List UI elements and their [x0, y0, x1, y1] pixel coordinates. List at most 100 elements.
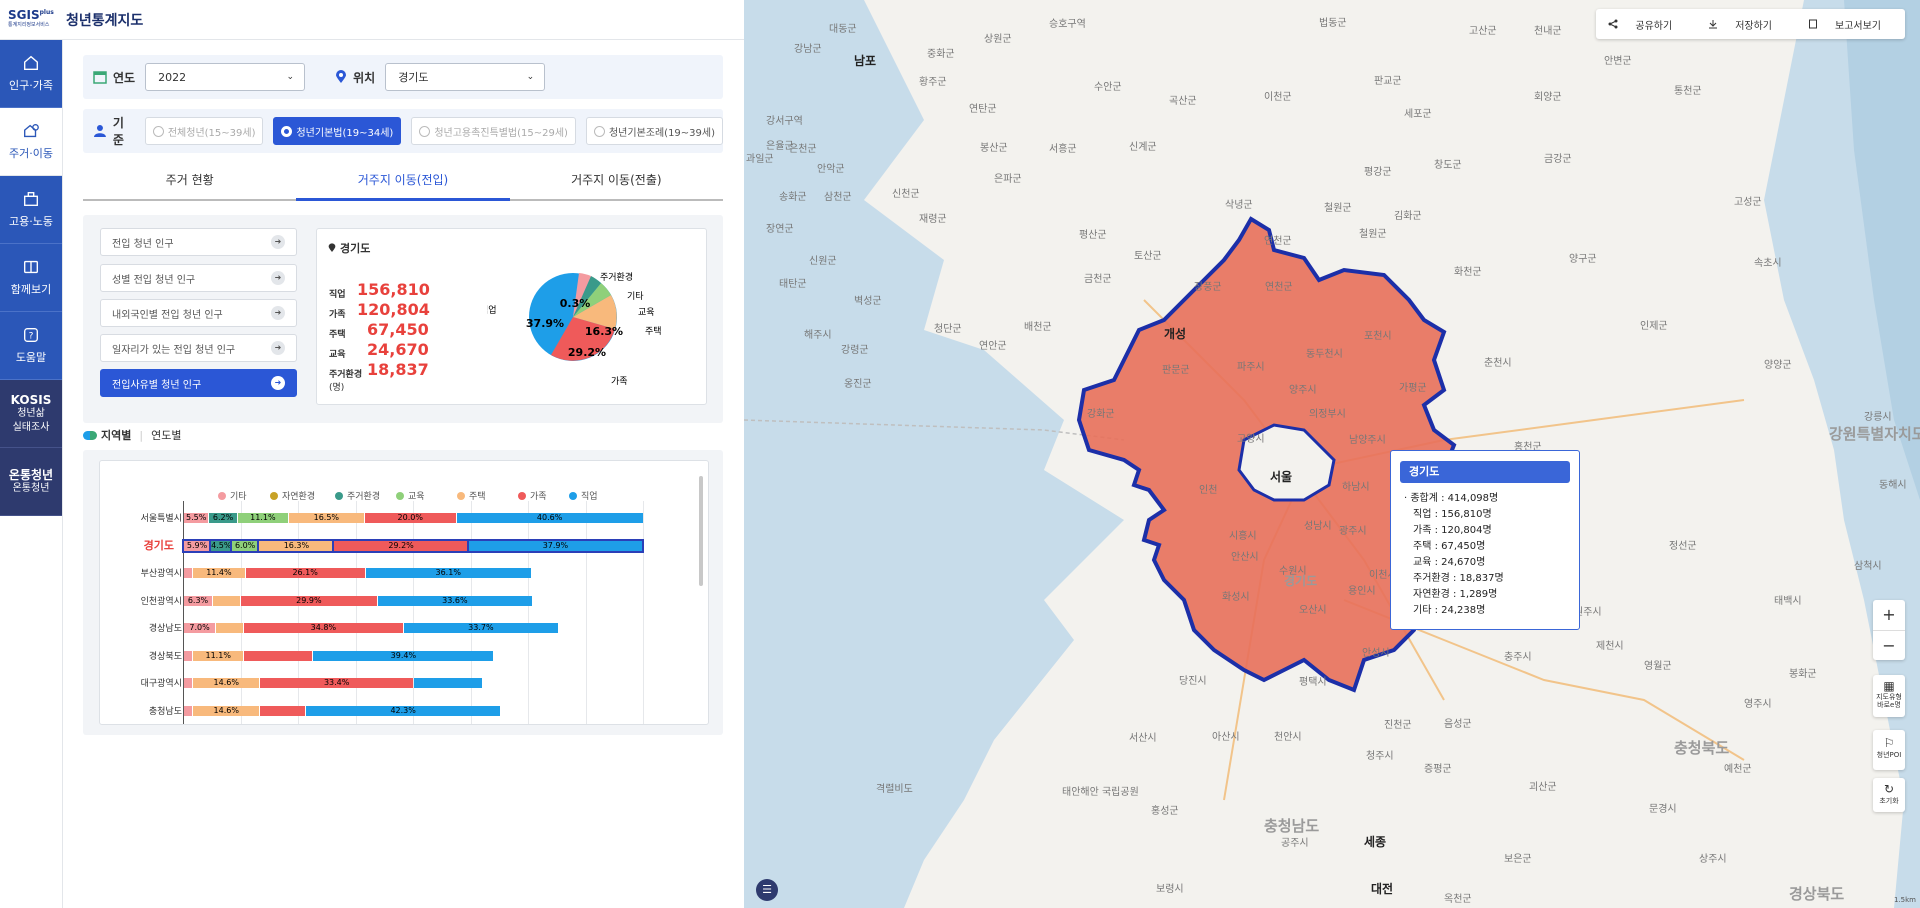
- bar-segment[interactable]: [260, 705, 306, 716]
- bar-segment[interactable]: [184, 705, 193, 716]
- move-in-reason-button[interactable]: 전입사유별 청년 인구 ➜: [100, 369, 297, 397]
- bar-segment[interactable]: 33.4%: [260, 678, 413, 688]
- map-view[interactable]: 남포 개성 서울 경기도 강원특별자치도 충청북도 충청남도 세종 대전 경상북도 춘천시 인천 수원시…: [744, 0, 1920, 908]
- bar-segment[interactable]: [244, 650, 313, 661]
- map-place-label: 삭녕군: [1225, 200, 1253, 211]
- legend-item[interactable]: 직업: [569, 489, 598, 502]
- zoom-out-button[interactable]: −: [1873, 631, 1905, 661]
- sidebar-item-together[interactable]: 함께보기: [0, 244, 62, 312]
- bar-segment[interactable]: [184, 568, 193, 578]
- sidebar-item-label: 도움말: [15, 351, 47, 364]
- bar-segment[interactable]: [184, 650, 193, 661]
- bar-segment[interactable]: [212, 595, 240, 606]
- legend-swatch: [335, 491, 343, 500]
- map-place-label: 보령시: [1156, 884, 1184, 895]
- grid-line: [298, 501, 299, 724]
- move-in-youth-button[interactable]: 전입 청년 인구 ➜: [100, 228, 297, 256]
- map-place-label: 연천군: [1265, 282, 1293, 293]
- bar-segment[interactable]: 11.1%: [193, 650, 244, 661]
- map-place-label: 동해시: [1879, 480, 1907, 491]
- bar-segment[interactable]: 11.4%: [193, 568, 245, 578]
- share-button[interactable]: 공유하기: [1596, 17, 1696, 32]
- scrollbar[interactable]: [699, 476, 703, 586]
- basis-option-employment-law[interactable]: 청년고용촉진특별법(15~29세): [411, 117, 576, 145]
- basis-option-label: 전체청년(15~39세): [167, 127, 256, 139]
- reset-button[interactable]: ↻ 초기화: [1873, 778, 1905, 812]
- nationality-move-in-button[interactable]: 내외국인별 전입 청년 인구 ➜: [100, 299, 297, 327]
- bar-segment[interactable]: 6.2%: [209, 513, 237, 523]
- bar-segment[interactable]: 14.6%: [193, 705, 260, 716]
- employed-move-in-button[interactable]: 일자리가 있는 전입 청년 인구 ➜: [100, 334, 297, 362]
- legend-item[interactable]: 기타: [218, 489, 247, 502]
- bar-segment[interactable]: 29.2%: [332, 538, 470, 553]
- legend-item[interactable]: 자연환경: [270, 489, 315, 502]
- map-place-label: 철원군: [1359, 229, 1387, 240]
- tab-move-out[interactable]: 거주지 이동(전출): [510, 163, 723, 199]
- sidebar-item-population[interactable]: 인구·가족: [0, 40, 62, 108]
- bar-segment[interactable]: 6.0%: [229, 538, 261, 553]
- legend-toggle-button[interactable]: ☰: [756, 879, 778, 901]
- map-layers-icon: ▦: [1883, 679, 1895, 693]
- map-place-label: 충주시: [1504, 652, 1532, 663]
- sidebar-item-housing[interactable]: 주거·이동: [0, 108, 62, 176]
- bar-segment[interactable]: 40.6%: [456, 513, 643, 523]
- save-button[interactable]: 저장하기: [1696, 17, 1796, 32]
- sidebar-item-ontong[interactable]: 온통청년 온통청년: [0, 448, 62, 516]
- bar-segment[interactable]: 5.5%: [184, 513, 209, 523]
- bar-segment[interactable]: 33.6%: [378, 595, 532, 606]
- zoom-in-button[interactable]: +: [1873, 600, 1905, 631]
- bar-segment[interactable]: 14.6%: [193, 678, 260, 688]
- bar-segment[interactable]: 34.8%: [243, 623, 403, 633]
- bar-segment[interactable]: 26.1%: [245, 568, 365, 578]
- sgis-logo[interactable]: SGISplus 통계지리정보서비스: [8, 6, 62, 34]
- logo-subtitle: 통계지리정보서비스: [8, 21, 50, 28]
- bar-segment[interactable]: 4.5%: [209, 538, 233, 553]
- sidebar-item-help[interactable]: ? 도움말: [0, 312, 62, 380]
- subtab-region[interactable]: 지역별: [101, 427, 131, 443]
- legend-item[interactable]: 주거환경: [335, 489, 380, 502]
- bar-segment[interactable]: 7.0%: [184, 623, 216, 633]
- stat-label: 주택: [329, 330, 346, 340]
- bar-segment[interactable]: 16.3%: [257, 538, 336, 553]
- bar-segment[interactable]: 5.9%: [181, 538, 213, 553]
- bar-segment[interactable]: [184, 678, 193, 688]
- legend-swatch: [457, 491, 465, 500]
- category-label: 충청남도: [148, 706, 182, 717]
- map-place-label: 성남시: [1304, 521, 1332, 532]
- bar-segment[interactable]: [414, 678, 482, 688]
- unit-label: (명): [329, 383, 345, 393]
- basis-option-ordinance[interactable]: 청년기본조례(19~39세): [585, 117, 723, 145]
- legend-item[interactable]: 가족: [518, 489, 547, 502]
- legend-item[interactable]: 교육: [396, 489, 425, 502]
- bar-segment[interactable]: 16.5%: [288, 513, 364, 523]
- map-place-label: 충청남도: [1264, 817, 1320, 835]
- year-select[interactable]: 2022 ⌄: [145, 63, 306, 91]
- basis-option-youth-law[interactable]: 청년기본법(19~34세): [273, 117, 402, 145]
- bar-segment[interactable]: 33.7%: [403, 623, 558, 633]
- tab-housing-status[interactable]: 주거 현황: [83, 163, 296, 199]
- sidebar-item-kosis[interactable]: KOSIS 청년삶 실태조사: [0, 380, 62, 448]
- book-icon: [24, 260, 38, 274]
- bar-segment[interactable]: [216, 623, 243, 633]
- map-place-label: 봉산군: [980, 143, 1008, 154]
- gender-move-in-button[interactable]: 성별 전입 청년 인구 ➜: [100, 264, 297, 292]
- bar-segment[interactable]: 36.1%: [365, 568, 531, 578]
- poi-button[interactable]: ⚐ 청년POI: [1873, 730, 1905, 770]
- basis-option-all[interactable]: 전체청년(15~39세): [144, 117, 264, 145]
- calendar-icon: [93, 71, 107, 84]
- report-button[interactable]: 보고서보기: [1796, 17, 1905, 32]
- subtab-year[interactable]: 연도별: [151, 427, 181, 443]
- bar-segment[interactable]: 37.9%: [466, 538, 645, 553]
- bar-segment[interactable]: 6.3%: [184, 595, 212, 606]
- bar-segment[interactable]: 11.1%: [237, 513, 288, 523]
- bar-segment[interactable]: 20.0%: [364, 513, 456, 523]
- basemap-button[interactable]: ▦ 지도유형 바로e명: [1873, 675, 1905, 717]
- sidebar-item-employment[interactable]: 고용·노동: [0, 176, 62, 244]
- location-select[interactable]: 경기도 ⌄: [385, 63, 546, 91]
- bar-segment[interactable]: 39.4%: [313, 650, 494, 661]
- tab-move-in[interactable]: 거주지 이동(전입): [296, 163, 510, 201]
- grid-line: [585, 501, 587, 724]
- bar-segment[interactable]: 29.9%: [240, 595, 378, 606]
- bar-segment[interactable]: 42.3%: [306, 705, 500, 716]
- map-place-label: 평강군: [1364, 167, 1392, 178]
